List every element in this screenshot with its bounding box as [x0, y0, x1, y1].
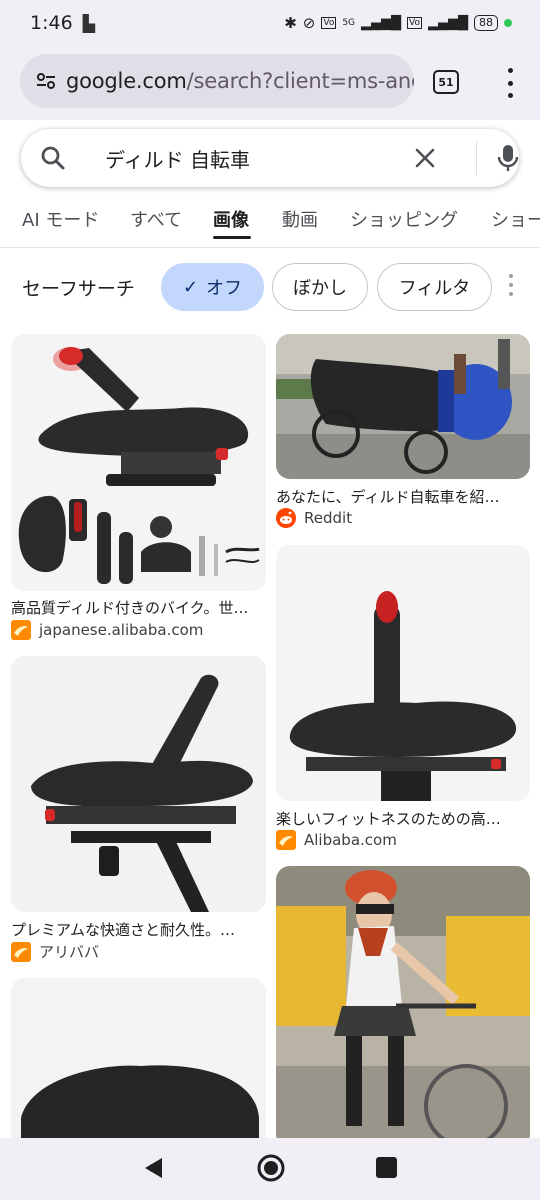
clear-icon[interactable] [411, 144, 439, 172]
result-image-1[interactable] [11, 334, 266, 591]
back-icon[interactable] [142, 1156, 164, 1180]
alibaba-icon [11, 941, 31, 962]
tab-switcher-button[interactable]: 51 [433, 70, 459, 94]
result-image-6[interactable] [276, 866, 530, 1148]
chip-blur-label: ぼかし [293, 278, 347, 299]
search-box[interactable]: ディルド 自転車 [21, 129, 519, 187]
result-image-2[interactable] [276, 334, 530, 479]
active-tab-indicator [213, 236, 251, 239]
url-domain: google.com [66, 69, 187, 93]
tab-shorts[interactable]: ショー [491, 206, 540, 246]
result-source-3[interactable]: アリババ [11, 941, 99, 962]
signal-icon: ▂▄▆█ [361, 15, 402, 31]
result-source-label-4: Alibaba.com [304, 831, 397, 849]
system-navigation-bar [0, 1138, 540, 1200]
result-source-4[interactable]: Alibaba.com [276, 830, 397, 850]
network-type-label: 5G [342, 18, 356, 28]
alibaba-icon [276, 830, 296, 850]
signal-icon-2: ▂▄▆█ [428, 15, 468, 31]
alibaba-icon [11, 620, 31, 640]
battery-indicator: 88 [474, 15, 498, 31]
result-source-label-2: Reddit [304, 509, 353, 527]
tab-ai-mode[interactable]: AI モード [22, 206, 99, 246]
mute-icon: ⊘ [302, 14, 316, 32]
bluetooth-icon: ✱ [284, 14, 297, 32]
result-source-2[interactable]: Reddit [276, 508, 352, 528]
browser-menu-icon[interactable] [498, 68, 522, 98]
safe-search-label: セーフサーチ [22, 278, 135, 300]
volte-icon-2: Vo [407, 17, 422, 29]
status-icons: ✱ ⊘ Vo 5G ▂▄▆█ Vo ▂▄▆█ 88 [284, 14, 512, 32]
home-icon[interactable] [257, 1154, 285, 1182]
result-source-label-3: アリババ [39, 943, 100, 961]
result-title-3[interactable]: プレミアムな快適さと耐久性。… [11, 919, 266, 940]
search-divider [476, 141, 477, 175]
tab-all[interactable]: すべて [130, 206, 182, 246]
reddit-icon [276, 508, 296, 528]
privacy-dot-icon [504, 19, 512, 27]
microphone-icon[interactable] [495, 143, 521, 173]
status-bar: 1:46 ▙ ✱ ⊘ Vo 5G ▂▄▆█ Vo ▂▄▆█ 88 [0, 0, 540, 46]
result-image-4[interactable] [276, 545, 530, 801]
chip-filter[interactable]: フィルタ [377, 263, 492, 311]
result-source-label-1: japanese.alibaba.com [39, 621, 204, 639]
url-text: google.com/search?client=ms-andr [66, 69, 414, 93]
status-time: 1:46 [30, 12, 73, 34]
site-settings-icon[interactable] [34, 69, 58, 93]
tab-images[interactable]: 画像 [213, 206, 249, 246]
search-icon[interactable] [39, 144, 67, 172]
chip-blur[interactable]: ぼかし [272, 263, 368, 311]
more-vert-icon[interactable] [508, 274, 514, 296]
browser-toolbar: google.com/search?client=ms-andr 51 [0, 46, 540, 120]
url-path: /search?client=ms-andr [186, 69, 414, 93]
recents-icon[interactable] [376, 1157, 397, 1178]
notification-icon: ▙ [82, 13, 95, 33]
result-title-4[interactable]: 楽しいフィットネスのための高… [276, 808, 530, 829]
volte-icon: Vo [321, 17, 337, 29]
result-title-2[interactable]: あなたに、ディルド自転車を紹… [276, 486, 530, 507]
result-image-3[interactable] [11, 656, 266, 912]
tab-videos[interactable]: 動画 [282, 206, 318, 246]
search-tabs: AI モード すべて 画像 動画 ショッピング ショー [0, 200, 540, 248]
search-input[interactable]: ディルド 自転車 [105, 144, 250, 173]
result-title-1[interactable]: 高品質ディルド付きのバイク。世… [11, 597, 266, 618]
check-icon: ✓ [182, 276, 199, 298]
chip-filter-label: フィルタ [398, 278, 471, 299]
tab-shopping[interactable]: ショッピング [350, 206, 458, 246]
result-image-5[interactable] [11, 978, 266, 1148]
chip-off[interactable]: ✓ オフ [161, 263, 264, 311]
chip-off-label: オフ [206, 278, 243, 299]
result-source-1[interactable]: japanese.alibaba.com [11, 620, 203, 640]
address-bar[interactable]: google.com/search?client=ms-andr [20, 54, 414, 108]
